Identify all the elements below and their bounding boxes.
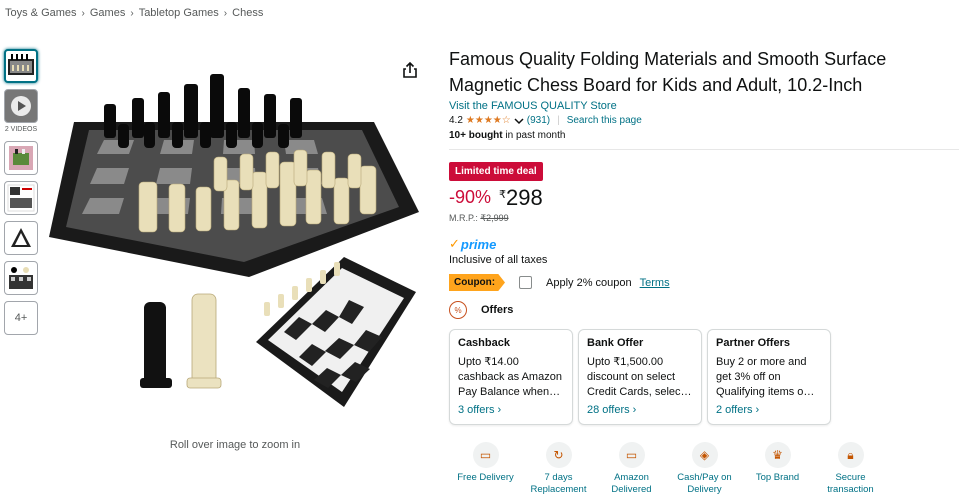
star-rating-icon[interactable]: ★★★★☆ [466,115,511,126]
breadcrumb-item[interactable]: Games [90,7,125,19]
rating-count-link[interactable]: (931) [527,115,550,126]
rating-value: 4.2 [449,115,463,126]
feature-amazon-delivered[interactable]: ▭ Amazon Delivered [595,442,668,496]
coupon-row: Coupon: Apply 2% coupon Terms [449,274,959,291]
product-details: Famous Quality Folding Materials and Smo… [449,46,959,425]
breadcrumb: Toys & Games › Games › Tabletop Games › … [5,7,263,19]
delivery-van-icon: ▭ [618,442,645,468]
coupon-tag: Coupon: [449,274,505,291]
currency-symbol: ₹ [499,189,507,201]
thumbnail-image[interactable] [4,261,38,295]
trophy-icon: ♛ [764,442,791,468]
truck-icon: ▭ [472,442,499,468]
feature-icons-row: ▭ Free Delivery ↻ 7 days Replacement ▭ A… [449,442,887,496]
offer-card-partner[interactable]: Partner Offers Buy 2 or more and get 3% … [707,329,831,425]
prime-badge[interactable]: ✓ prime [449,236,959,252]
feature-label: Cash/Pay on Delivery [677,472,732,495]
bought-count-rest: in past month [502,130,566,141]
deal-badge: Limited time deal [449,162,543,181]
offers-title: Offers [481,304,514,316]
chess-board-thumb-icon [8,54,34,75]
bought-count: 10+ bought in past month [449,130,959,141]
lock-icon: 🔒︎ [837,442,864,468]
breadcrumb-item[interactable]: Tabletop Games [139,7,219,19]
video-count-label: 2 VIDEOS [4,126,38,133]
cash-icon: ◈ [691,442,718,468]
coupon-text: Apply 2% coupon [546,276,632,289]
product-title: Famous Quality Folding Materials and Smo… [449,49,887,95]
offer-cards: Cashback Upto ₹14.00 cashback as Amazon … [449,329,959,425]
mrp-value: ₹2,999 [480,213,509,223]
board-thumb-icon [8,265,34,291]
feature-label: Free Delivery [457,472,514,483]
offer-card-cashback[interactable]: Cashback Upto ₹14.00 cashback as Amazon … [449,329,573,425]
breadcrumb-separator: › [81,7,85,19]
offer-card-link[interactable]: 2 offers › [716,404,822,416]
breadcrumb-item[interactable]: Chess [232,7,263,19]
coupon-terms-link[interactable]: Terms [640,277,670,289]
info-thumb-icon [7,184,35,212]
offer-card-body: Upto ₹1,500.00 discount on select Credit… [587,356,692,398]
tax-note: Inclusive of all taxes [449,254,548,266]
feature-label: Secure transaction [827,472,874,495]
mrp: M.R.P.: ₹2,999 [449,213,959,224]
zoom-hint: Roll over image to zoom in [169,439,301,451]
feature-label: Amazon Delivered [611,472,652,495]
offer-card-bank[interactable]: Bank Offer Upto ₹1,500.00 discount on se… [578,329,702,425]
breadcrumb-separator: › [130,7,134,19]
bought-count-bold: 10+ bought [449,130,503,141]
thumbnail-video[interactable] [4,89,38,123]
offer-card-body: Buy 2 or more and get 3% off on Qualifyi… [716,356,815,398]
divider [449,149,959,150]
thumbnail-image[interactable] [4,141,38,175]
gift-thumb-icon [9,146,33,170]
thumbnail-image[interactable] [4,221,38,255]
product-main-image[interactable] [44,62,434,422]
chevron-down-icon[interactable] [514,117,524,125]
percent-icon: % [449,301,467,319]
prime-label: prime [460,236,497,252]
search-this-page-link[interactable]: Search this page [567,115,642,126]
offer-card-title: Partner Offers [716,337,790,349]
thumbnail-image[interactable] [4,181,38,215]
feature-replacement[interactable]: ↻ 7 days Replacement [522,442,595,496]
feature-label: Top Brand [755,472,800,483]
breadcrumb-separator: › [223,7,228,19]
prime-check-icon: ✓ [449,236,460,251]
offer-card-title: Cashback [458,337,510,349]
more-images-button[interactable]: 4+ [4,301,38,335]
coupon-checkbox[interactable] [519,276,532,289]
feature-top-brand[interactable]: ♛ Top Brand [741,442,814,496]
discount-percent: -90% [449,187,492,207]
offer-card-title: Bank Offer [587,337,644,349]
offers-header: % Offers [449,301,959,319]
breadcrumb-item[interactable]: Toys & Games [5,7,77,19]
mrp-label: M.R.P.: [449,213,481,223]
play-icon [11,96,31,116]
feature-free-delivery[interactable]: ▭ Free Delivery [449,442,522,496]
price-value: 298 [506,185,543,210]
offer-card-link[interactable]: 3 offers › [458,404,564,416]
replacement-icon: ↻ [545,442,572,468]
rating-row: 4.2 ★★★★☆ (931) | Search this page [449,115,959,126]
folded-board-thumb-icon [8,225,34,251]
offer-card-link[interactable]: 28 offers › [587,404,693,416]
store-link[interactable]: Visit the FAMOUS QUALITY Store [449,100,959,112]
thumbnail-strip: 2 VIDEOS 4+ [4,49,40,341]
price-row: -90% ₹ 298 [449,187,959,209]
divider: | [557,115,560,126]
feature-label: 7 days Replacement [530,472,587,495]
feature-secure-transaction[interactable]: 🔒︎ Secure transaction [814,442,887,496]
offer-card-body: Upto ₹14.00 cashback as Amazon Pay Balan… [458,356,562,398]
thumbnail-image[interactable] [4,49,38,83]
feature-cash-on-delivery[interactable]: ◈ Cash/Pay on Delivery [668,442,741,496]
